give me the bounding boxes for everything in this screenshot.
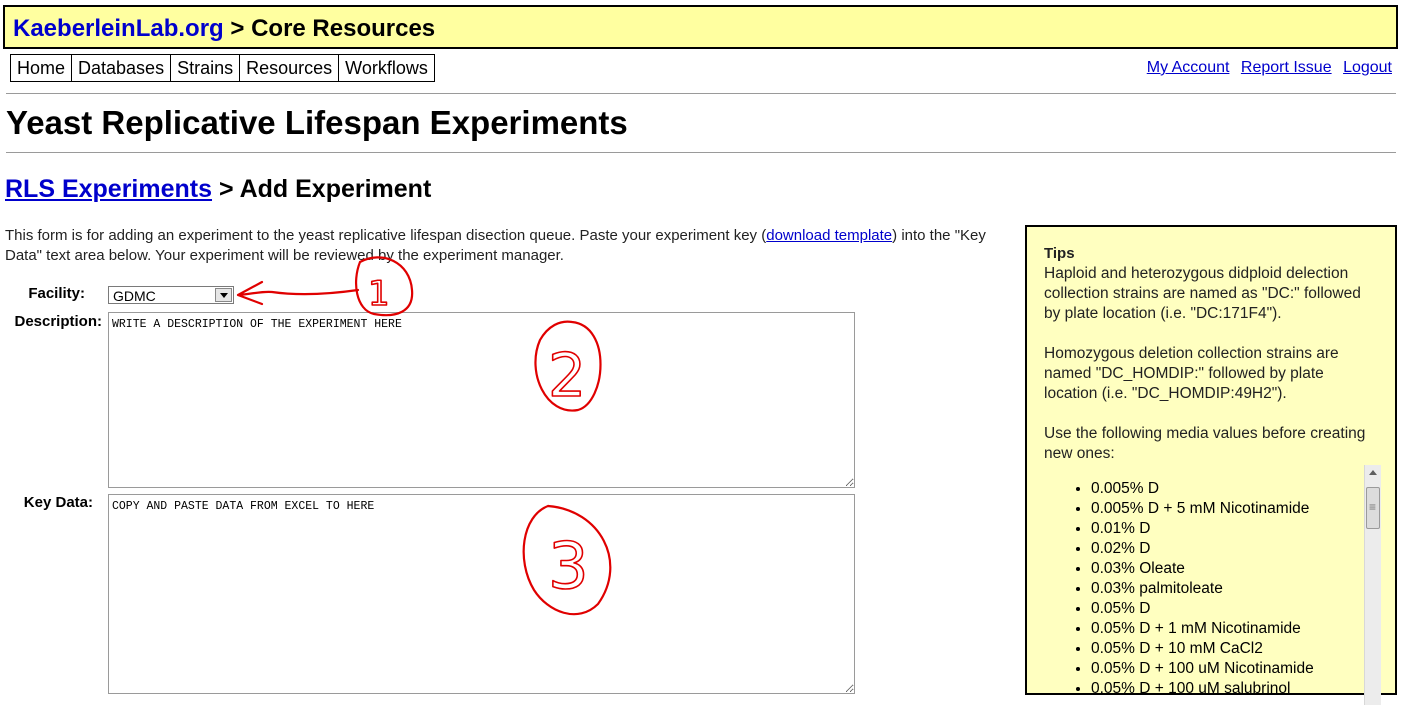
annotation-arrow-1 xyxy=(236,280,360,306)
header-separator: > xyxy=(223,15,252,42)
download-template-link[interactable]: download template xyxy=(766,227,892,244)
intro-text: This form is for adding an experiment to… xyxy=(5,226,995,266)
user-links: My Account Report Issue Logout xyxy=(1140,59,1392,77)
header-section: Core Resources xyxy=(251,15,436,42)
site-title: KaeberleinLab.org > Core Resources xyxy=(13,15,435,43)
description-label: Description: xyxy=(14,313,102,330)
media-item: 0.02% D xyxy=(1091,539,1381,559)
media-item: 0.05% D + 100 uM salubrinol xyxy=(1091,679,1381,699)
media-item: 0.03% Oleate xyxy=(1091,559,1381,579)
logout-link[interactable]: Logout xyxy=(1343,59,1392,76)
media-item: 0.005% D xyxy=(1091,479,1381,499)
intro-before: This form is for adding an experiment to… xyxy=(5,227,767,244)
keydata-textarea[interactable]: COPY AND PASTE DATA FROM EXCEL TO HERE xyxy=(108,494,855,694)
media-item: 0.05% D + 10 mM CaCl2 xyxy=(1091,639,1381,659)
main-nav: Home Databases Strains Resources Workflo… xyxy=(10,54,435,82)
site-home-link[interactable]: KaeberleinLab.org xyxy=(13,15,224,42)
nav-resources[interactable]: Resources xyxy=(240,55,340,81)
media-item: 0.05% D + 100 uM Nicotinamide xyxy=(1091,659,1381,679)
keydata-label: Key Data: xyxy=(23,494,93,511)
divider-title xyxy=(6,152,1396,153)
annotation-digit-1: 1 xyxy=(368,274,390,314)
report-issue-link[interactable]: Report Issue xyxy=(1241,59,1332,76)
tips-paragraph-2: Homozygous deletion collection strains a… xyxy=(1044,345,1339,402)
scroll-thumb[interactable] xyxy=(1366,487,1380,529)
nav-home[interactable]: Home xyxy=(11,55,73,81)
media-list-box[interactable]: 0.005% D 0.005% D + 5 mM Nicotinamide 0.… xyxy=(1043,465,1381,705)
breadcrumb: RLS Experiments > Add Experiment xyxy=(5,175,431,204)
breadcrumb-rls-link[interactable]: RLS Experiments xyxy=(5,175,212,203)
site-header: KaeberleinLab.org > Core Resources xyxy=(3,5,1398,49)
annotation-circle-1 xyxy=(354,256,414,317)
facility-select[interactable]: GDMC xyxy=(108,286,234,304)
nav-workflows[interactable]: Workflows xyxy=(339,55,434,81)
media-scrollbar[interactable] xyxy=(1364,465,1381,705)
scroll-up-icon[interactable] xyxy=(1369,470,1377,475)
tips-content: Tips Haploid and heterozygous didploid d… xyxy=(1044,244,1379,484)
media-item: 0.01% D xyxy=(1091,519,1381,539)
my-account-link[interactable]: My Account xyxy=(1147,59,1230,76)
media-item: 0.03% palmitoleate xyxy=(1091,579,1381,599)
page-title: Yeast Replicative Lifespan Experiments xyxy=(6,104,628,141)
media-list: 0.005% D 0.005% D + 5 mM Nicotinamide 0.… xyxy=(1043,479,1381,699)
facility-value: GDMC xyxy=(113,288,156,304)
media-item: 0.005% D + 5 mM Nicotinamide xyxy=(1091,499,1381,519)
description-textarea[interactable]: WRITE A DESCRIPTION OF THE EXPERIMENT HE… xyxy=(108,312,855,488)
tips-title: Tips xyxy=(1044,245,1075,262)
nav-databases[interactable]: Databases xyxy=(72,55,172,81)
nav-strains[interactable]: Strains xyxy=(171,55,241,81)
tips-panel: Tips Haploid and heterozygous didploid d… xyxy=(1025,225,1397,705)
facility-label: Facility: xyxy=(28,285,85,302)
tips-paragraph-1: Haploid and heterozygous didploid delect… xyxy=(1044,265,1361,322)
tips-paragraph-3: Use the following media values before cr… xyxy=(1044,425,1366,462)
breadcrumb-current: > Add Experiment xyxy=(212,175,432,203)
chevron-down-icon[interactable] xyxy=(215,288,232,302)
media-item: 0.05% D xyxy=(1091,599,1381,619)
media-item: 0.05% D + 1 mM Nicotinamide xyxy=(1091,619,1381,639)
divider-top xyxy=(6,93,1396,94)
